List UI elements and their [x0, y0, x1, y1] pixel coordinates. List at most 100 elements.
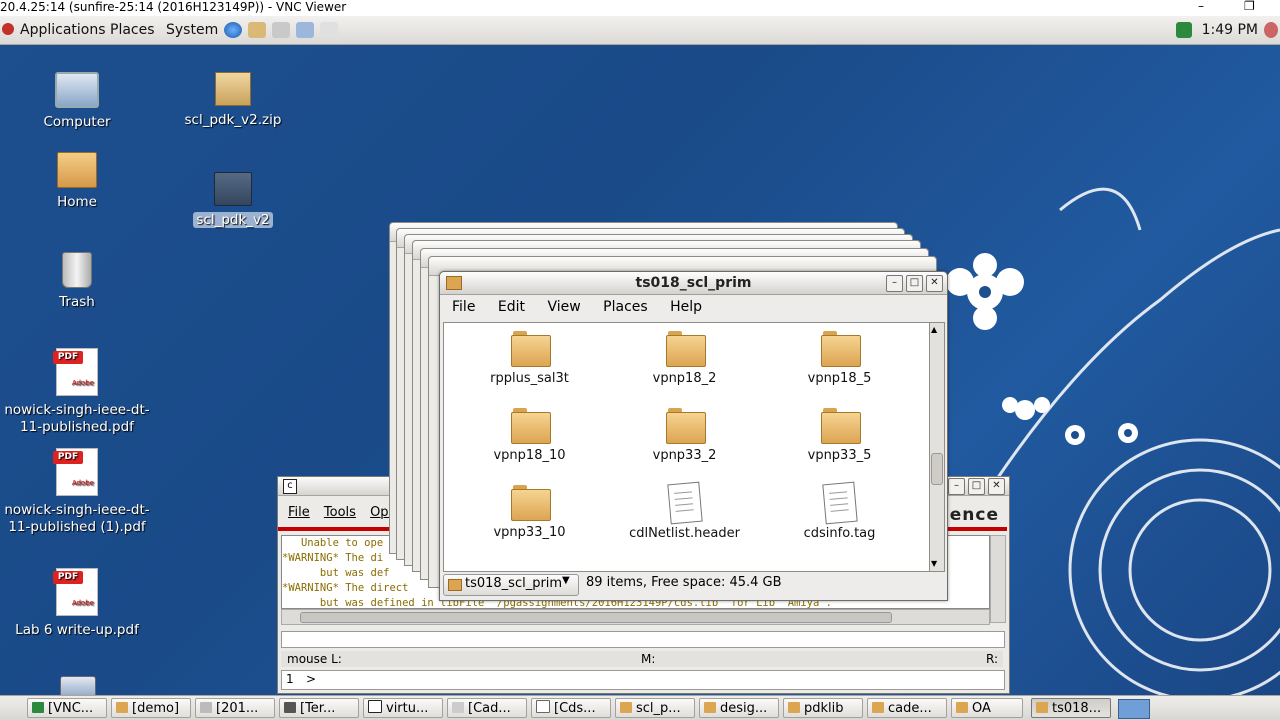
cadence-brand: lence: [942, 505, 999, 525]
pdf-file-icon: PDF Adobe: [53, 348, 98, 396]
terminal-close-button[interactable]: ✕: [988, 478, 1005, 495]
text-file-icon: [821, 481, 858, 525]
menu-system[interactable]: System: [166, 22, 218, 38]
fm-maximize-button[interactable]: □: [906, 275, 923, 292]
pdf-file-icon: PDF Adobe: [53, 448, 98, 496]
mail-launcher-icon[interactable]: [248, 22, 266, 38]
terminal-menubar: File Tools Opt: [288, 505, 404, 520]
fm-menu-file[interactable]: File: [452, 299, 475, 315]
text-file-icon: [666, 481, 703, 525]
task-vnc[interactable]: [VNC...: [27, 698, 107, 718]
trash-icon: [62, 252, 92, 288]
mouse-status-bar: mouse L: M: R:: [281, 651, 1003, 667]
top-panel: Applications Places System 1:49 PM: [0, 16, 1280, 45]
menu-places[interactable]: Places: [110, 22, 155, 38]
line-number: 1: [286, 672, 294, 686]
menu-applications[interactable]: Applications: [20, 22, 106, 38]
file-view-scrollbar[interactable]: ▲ ▼: [929, 322, 945, 572]
file-icon-view[interactable]: rpplus_sal3t vpnp18_2 vpnp18_5 vpnp18_10…: [443, 322, 931, 572]
volume-icon[interactable]: [1264, 22, 1278, 38]
folder-icon: [510, 408, 551, 444]
file-manager-statusbar: ts018_scl_prim ▼ 89 items, Free space: 4…: [443, 572, 943, 596]
fm-close-button[interactable]: ✕: [926, 275, 943, 292]
folder-item[interactable]: vpnp18_2: [607, 331, 762, 386]
terminal-menu-file[interactable]: File: [288, 505, 310, 520]
desktop-icon-trash[interactable]: Trash: [2, 252, 152, 311]
fm-menu-help[interactable]: Help: [670, 299, 702, 315]
folder-item[interactable]: vpnp33_5: [762, 408, 917, 463]
task-scl-pdk[interactable]: scl_p...: [615, 698, 695, 718]
folder-item[interactable]: vpnp33_10: [452, 485, 607, 540]
vnc-tray-icon[interactable]: [1176, 22, 1192, 38]
folder-item[interactable]: vpnp33_2: [607, 408, 762, 463]
task-2016[interactable]: [201...: [195, 698, 275, 718]
impress-launcher-icon[interactable]: [320, 22, 338, 38]
workspace-switcher[interactable]: [1118, 699, 1150, 719]
file-manager-title-bar[interactable]: ts018_scl_prim – □ ✕: [440, 272, 947, 295]
task-terminal[interactable]: [Ter...: [279, 698, 359, 718]
location-dropdown[interactable]: ts018_scl_prim ▼: [443, 574, 579, 596]
scroll-down-arrow-icon[interactable]: ▼: [931, 559, 937, 568]
folder-icon: [214, 172, 252, 206]
fm-menu-places[interactable]: Places: [603, 299, 648, 315]
terminal-menu-tools[interactable]: Tools: [324, 505, 356, 520]
vnc-minimize-button[interactable]: –: [1198, 0, 1204, 13]
terminal-maximize-button[interactable]: □: [968, 478, 985, 495]
editor-launcher-icon[interactable]: [272, 22, 290, 38]
item-count-status: 89 items, Free space: 45.4 GB: [586, 575, 782, 590]
computer-icon: [55, 72, 99, 108]
cadence-app-icon: c: [283, 479, 297, 494]
mouse-right-status: R:: [986, 652, 999, 666]
folder-icon: [820, 408, 861, 444]
folder-icon: [820, 331, 861, 367]
desktop-icon-pdf-2[interactable]: PDF Adobe nowick-singh-ieee-dt-11-publish…: [2, 448, 152, 536]
desktop-icon-computer[interactable]: Computer: [2, 72, 152, 131]
file-item[interactable]: cdlNetlist.header: [607, 481, 762, 541]
fm-menu-edit[interactable]: Edit: [498, 299, 525, 315]
location-label: ts018_scl_prim: [465, 576, 563, 591]
archive-icon: [215, 72, 251, 106]
file-manager-menubar: File Edit View Places Help: [452, 299, 720, 315]
gnome-foot-icon: [2, 23, 14, 35]
terminal-minimize-button[interactable]: –: [948, 478, 965, 495]
writer-launcher-icon[interactable]: [296, 22, 314, 38]
task-cadence[interactable]: [Cad...: [447, 698, 527, 718]
task-demo[interactable]: [demo]: [111, 698, 191, 718]
file-item[interactable]: cdsinfo.tag: [762, 481, 917, 541]
partial-desktop-icon[interactable]: [60, 676, 96, 696]
mouse-middle-status: M:: [641, 652, 656, 666]
pdf-file-icon: PDF Adobe: [53, 568, 98, 616]
log-vertical-scrollbar[interactable]: [990, 535, 1006, 623]
panel-clock[interactable]: 1:49 PM: [1202, 22, 1258, 38]
vnc-restore-button[interactable]: ❐: [1244, 0, 1255, 13]
desktop-icon-scl-pdk-folder[interactable]: scl_pdk_v2: [158, 172, 308, 229]
prompt-line[interactable]: 1 >: [281, 670, 1005, 690]
file-manager-window: ts018_scl_prim – □ ✕ File Edit View Plac…: [439, 271, 948, 601]
home-folder-icon: [57, 152, 97, 188]
desktop-icon-pdf-3[interactable]: PDF Adobe Lab 6 write-up.pdf: [2, 568, 152, 639]
scrollbar-thumb[interactable]: [931, 453, 943, 485]
task-cds[interactable]: [Cds...: [531, 698, 611, 718]
log-horizontal-scrollbar[interactable]: [281, 609, 990, 625]
task-oa[interactable]: OA: [951, 698, 1023, 718]
folder-item[interactable]: rpplus_sal3t: [452, 331, 607, 386]
task-pdklib[interactable]: pdklib: [783, 698, 863, 718]
task-virtuoso[interactable]: virtu...: [363, 698, 443, 718]
command-input[interactable]: [281, 631, 1005, 648]
bottom-taskbar: [VNC... [demo] [201... [Ter... virtu... …: [0, 695, 1280, 720]
folder-item[interactable]: vpnp18_5: [762, 331, 917, 386]
desktop-icon-zip[interactable]: scl_pdk_v2.zip: [158, 72, 308, 129]
folder-item[interactable]: vpnp18_10: [452, 408, 607, 463]
desktop-icon-home[interactable]: Home: [2, 152, 152, 211]
folder-icon: [448, 579, 462, 591]
task-design[interactable]: desig...: [699, 698, 779, 718]
scrollbar-thumb[interactable]: [300, 612, 892, 623]
fm-menu-view[interactable]: View: [547, 299, 580, 315]
scroll-up-arrow-icon[interactable]: ▲: [931, 325, 937, 334]
task-ts018[interactable]: ts018...: [1031, 698, 1111, 718]
desktop-icon-pdf-1[interactable]: PDF Adobe nowick-singh-ieee-dt-11-publish…: [2, 348, 152, 436]
fm-minimize-button[interactable]: –: [886, 275, 903, 292]
browser-launcher-icon[interactable]: [224, 22, 242, 38]
vnc-title: 20.4.25:14 (sunfire-25:14 (2016H123149P)…: [0, 0, 347, 14]
task-cadence-folder[interactable]: cade...: [867, 698, 947, 718]
